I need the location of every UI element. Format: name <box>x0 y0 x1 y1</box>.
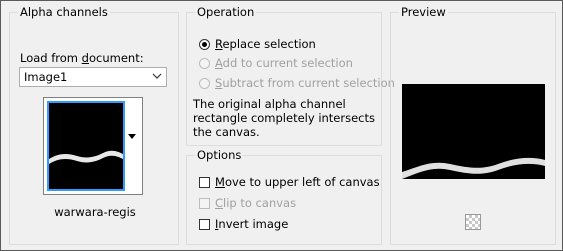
add-to-selection-radio[interactable]: Add to current selection <box>199 56 353 70</box>
document-select-value: Image1 <box>24 70 68 84</box>
checkbox-unchecked-icon <box>199 219 210 230</box>
checkbox-disabled-icon <box>199 198 210 209</box>
alpha-channel-picker[interactable] <box>43 97 143 195</box>
chevron-down-icon <box>152 73 162 79</box>
operation-group: Operation Replace selection Add to curre… <box>186 5 395 146</box>
radio-disabled-icon <box>199 58 210 69</box>
alpha-channel-name: warwara-regis <box>54 205 136 219</box>
subtract-from-selection-radio[interactable]: Subtract from current selection <box>199 76 395 90</box>
wave-shape-preview <box>402 157 545 179</box>
checkbox-unchecked-icon <box>199 177 210 188</box>
load-from-document-label: Load from document: <box>20 51 144 65</box>
operation-title: Operation <box>195 5 257 19</box>
invert-image-checkbox[interactable]: Invert image <box>199 217 288 231</box>
clip-to-canvas-checkbox[interactable]: Clip to canvas <box>199 196 296 210</box>
preview-group: Preview <box>390 5 556 245</box>
preview-title: Preview <box>399 5 448 19</box>
operation-description: The original alpha channel rectangle com… <box>193 97 376 139</box>
dialog-frame: Alpha channels Load from document: Image… <box>0 0 563 251</box>
preview-canvas <box>402 84 545 179</box>
radio-disabled-icon <box>199 78 210 89</box>
alpha-channel-thumbnail[interactable] <box>47 101 125 191</box>
alpha-channels-group: Alpha channels Load from document: Image… <box>9 5 179 245</box>
document-select[interactable]: Image1 <box>19 67 167 87</box>
wave-shape-thumbnail <box>49 150 123 164</box>
radio-checked-icon <box>199 39 210 50</box>
transparency-checker-icon[interactable] <box>465 214 481 230</box>
options-group: Options Move to upper left of canvas Cli… <box>186 148 382 245</box>
triangle-down-icon[interactable] <box>128 132 136 140</box>
replace-selection-radio[interactable]: Replace selection <box>199 37 316 51</box>
options-title: Options <box>195 148 244 162</box>
alpha-channels-title: Alpha channels <box>18 5 110 19</box>
move-to-upper-left-checkbox[interactable]: Move to upper left of canvas <box>199 175 380 189</box>
